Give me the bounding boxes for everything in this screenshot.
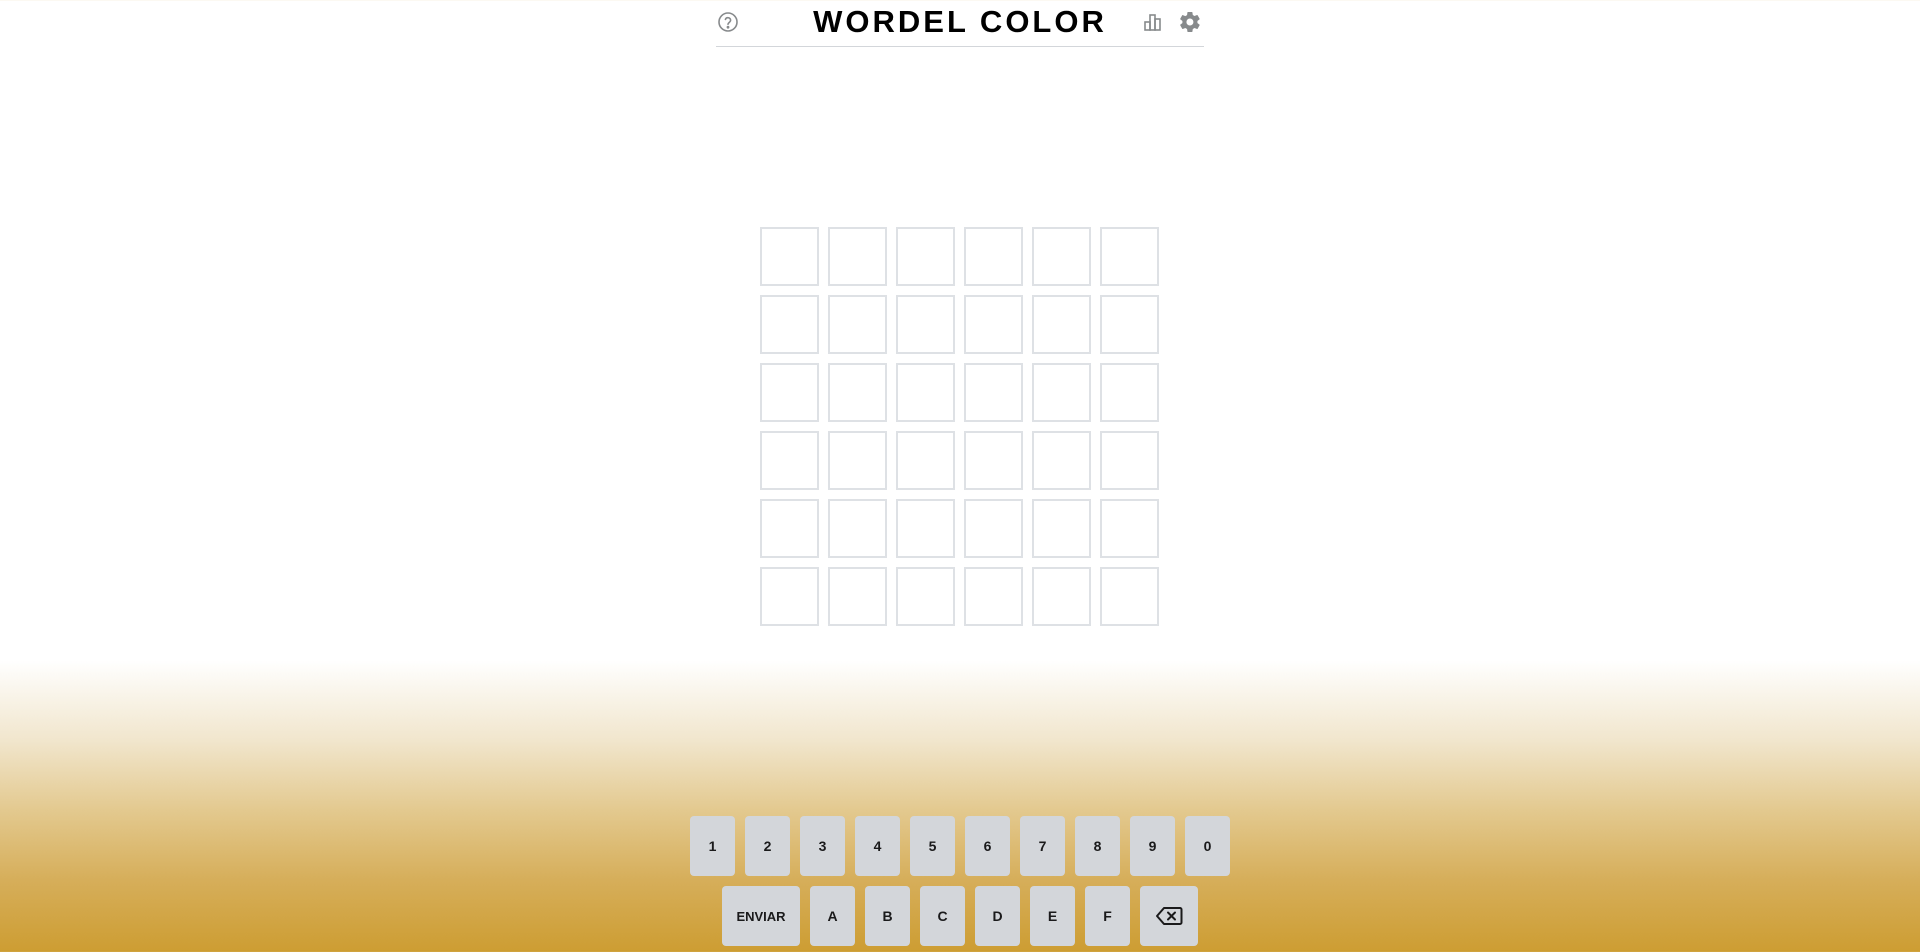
board-cell — [760, 295, 819, 354]
header: WORDEL COLOR — [716, 0, 1204, 47]
backspace-icon — [1156, 907, 1183, 925]
board-cell — [828, 431, 887, 490]
key-b[interactable]: B — [865, 886, 910, 946]
keyboard-row-letters: ENVIAR A B C D E F — [0, 886, 1920, 946]
keyboard: 1234567890 ENVIAR A B C D E F — [0, 816, 1920, 952]
key-7[interactable]: 7 — [1020, 816, 1065, 876]
key-9[interactable]: 9 — [1130, 816, 1175, 876]
game-board — [760, 227, 1159, 626]
board-cell — [828, 227, 887, 286]
board-cell — [760, 499, 819, 558]
board-cell — [828, 567, 887, 626]
board-cell — [1100, 431, 1159, 490]
backspace-key[interactable] — [1140, 886, 1198, 946]
board-cell — [1032, 567, 1091, 626]
key-4[interactable]: 4 — [855, 816, 900, 876]
board-cell — [1032, 227, 1091, 286]
key-8[interactable]: 8 — [1075, 816, 1120, 876]
board-cell — [964, 499, 1023, 558]
key-2[interactable]: 2 — [745, 816, 790, 876]
board-cell — [828, 295, 887, 354]
board-cell — [896, 363, 955, 422]
key-6[interactable]: 6 — [965, 816, 1010, 876]
board-cell — [760, 363, 819, 422]
stats-icon[interactable] — [1141, 10, 1165, 34]
enter-key[interactable]: ENVIAR — [722, 886, 800, 946]
board-cell — [1032, 431, 1091, 490]
board-cell — [1032, 295, 1091, 354]
board-cell — [1100, 227, 1159, 286]
board-cell — [964, 363, 1023, 422]
board-cell — [760, 567, 819, 626]
key-d[interactable]: D — [975, 886, 1020, 946]
board-cell — [1032, 363, 1091, 422]
key-5[interactable]: 5 — [910, 816, 955, 876]
board-cell — [760, 431, 819, 490]
gear-icon[interactable] — [1178, 10, 1202, 34]
key-3[interactable]: 3 — [800, 816, 845, 876]
board-cell — [964, 295, 1023, 354]
board-cell — [896, 295, 955, 354]
board-cell — [1100, 295, 1159, 354]
board-cell — [1032, 499, 1091, 558]
board-cell — [1100, 363, 1159, 422]
key-0[interactable]: 0 — [1185, 816, 1230, 876]
board-cell — [828, 363, 887, 422]
board-cell — [760, 227, 819, 286]
key-e[interactable]: E — [1030, 886, 1075, 946]
key-f[interactable]: F — [1085, 886, 1130, 946]
board-cell — [896, 499, 955, 558]
board-cell — [896, 431, 955, 490]
board-cell — [964, 431, 1023, 490]
page-title: WORDEL COLOR — [813, 4, 1107, 39]
board-cell — [828, 499, 887, 558]
board-cell — [1100, 499, 1159, 558]
board-cell — [896, 227, 955, 286]
board-cell — [896, 567, 955, 626]
board-cell — [964, 227, 1023, 286]
key-a[interactable]: A — [810, 886, 855, 946]
key-c[interactable]: C — [920, 886, 965, 946]
board-cell — [964, 567, 1023, 626]
board-cell — [1100, 567, 1159, 626]
keyboard-row-digits: 1234567890 — [0, 816, 1920, 876]
key-1[interactable]: 1 — [690, 816, 735, 876]
